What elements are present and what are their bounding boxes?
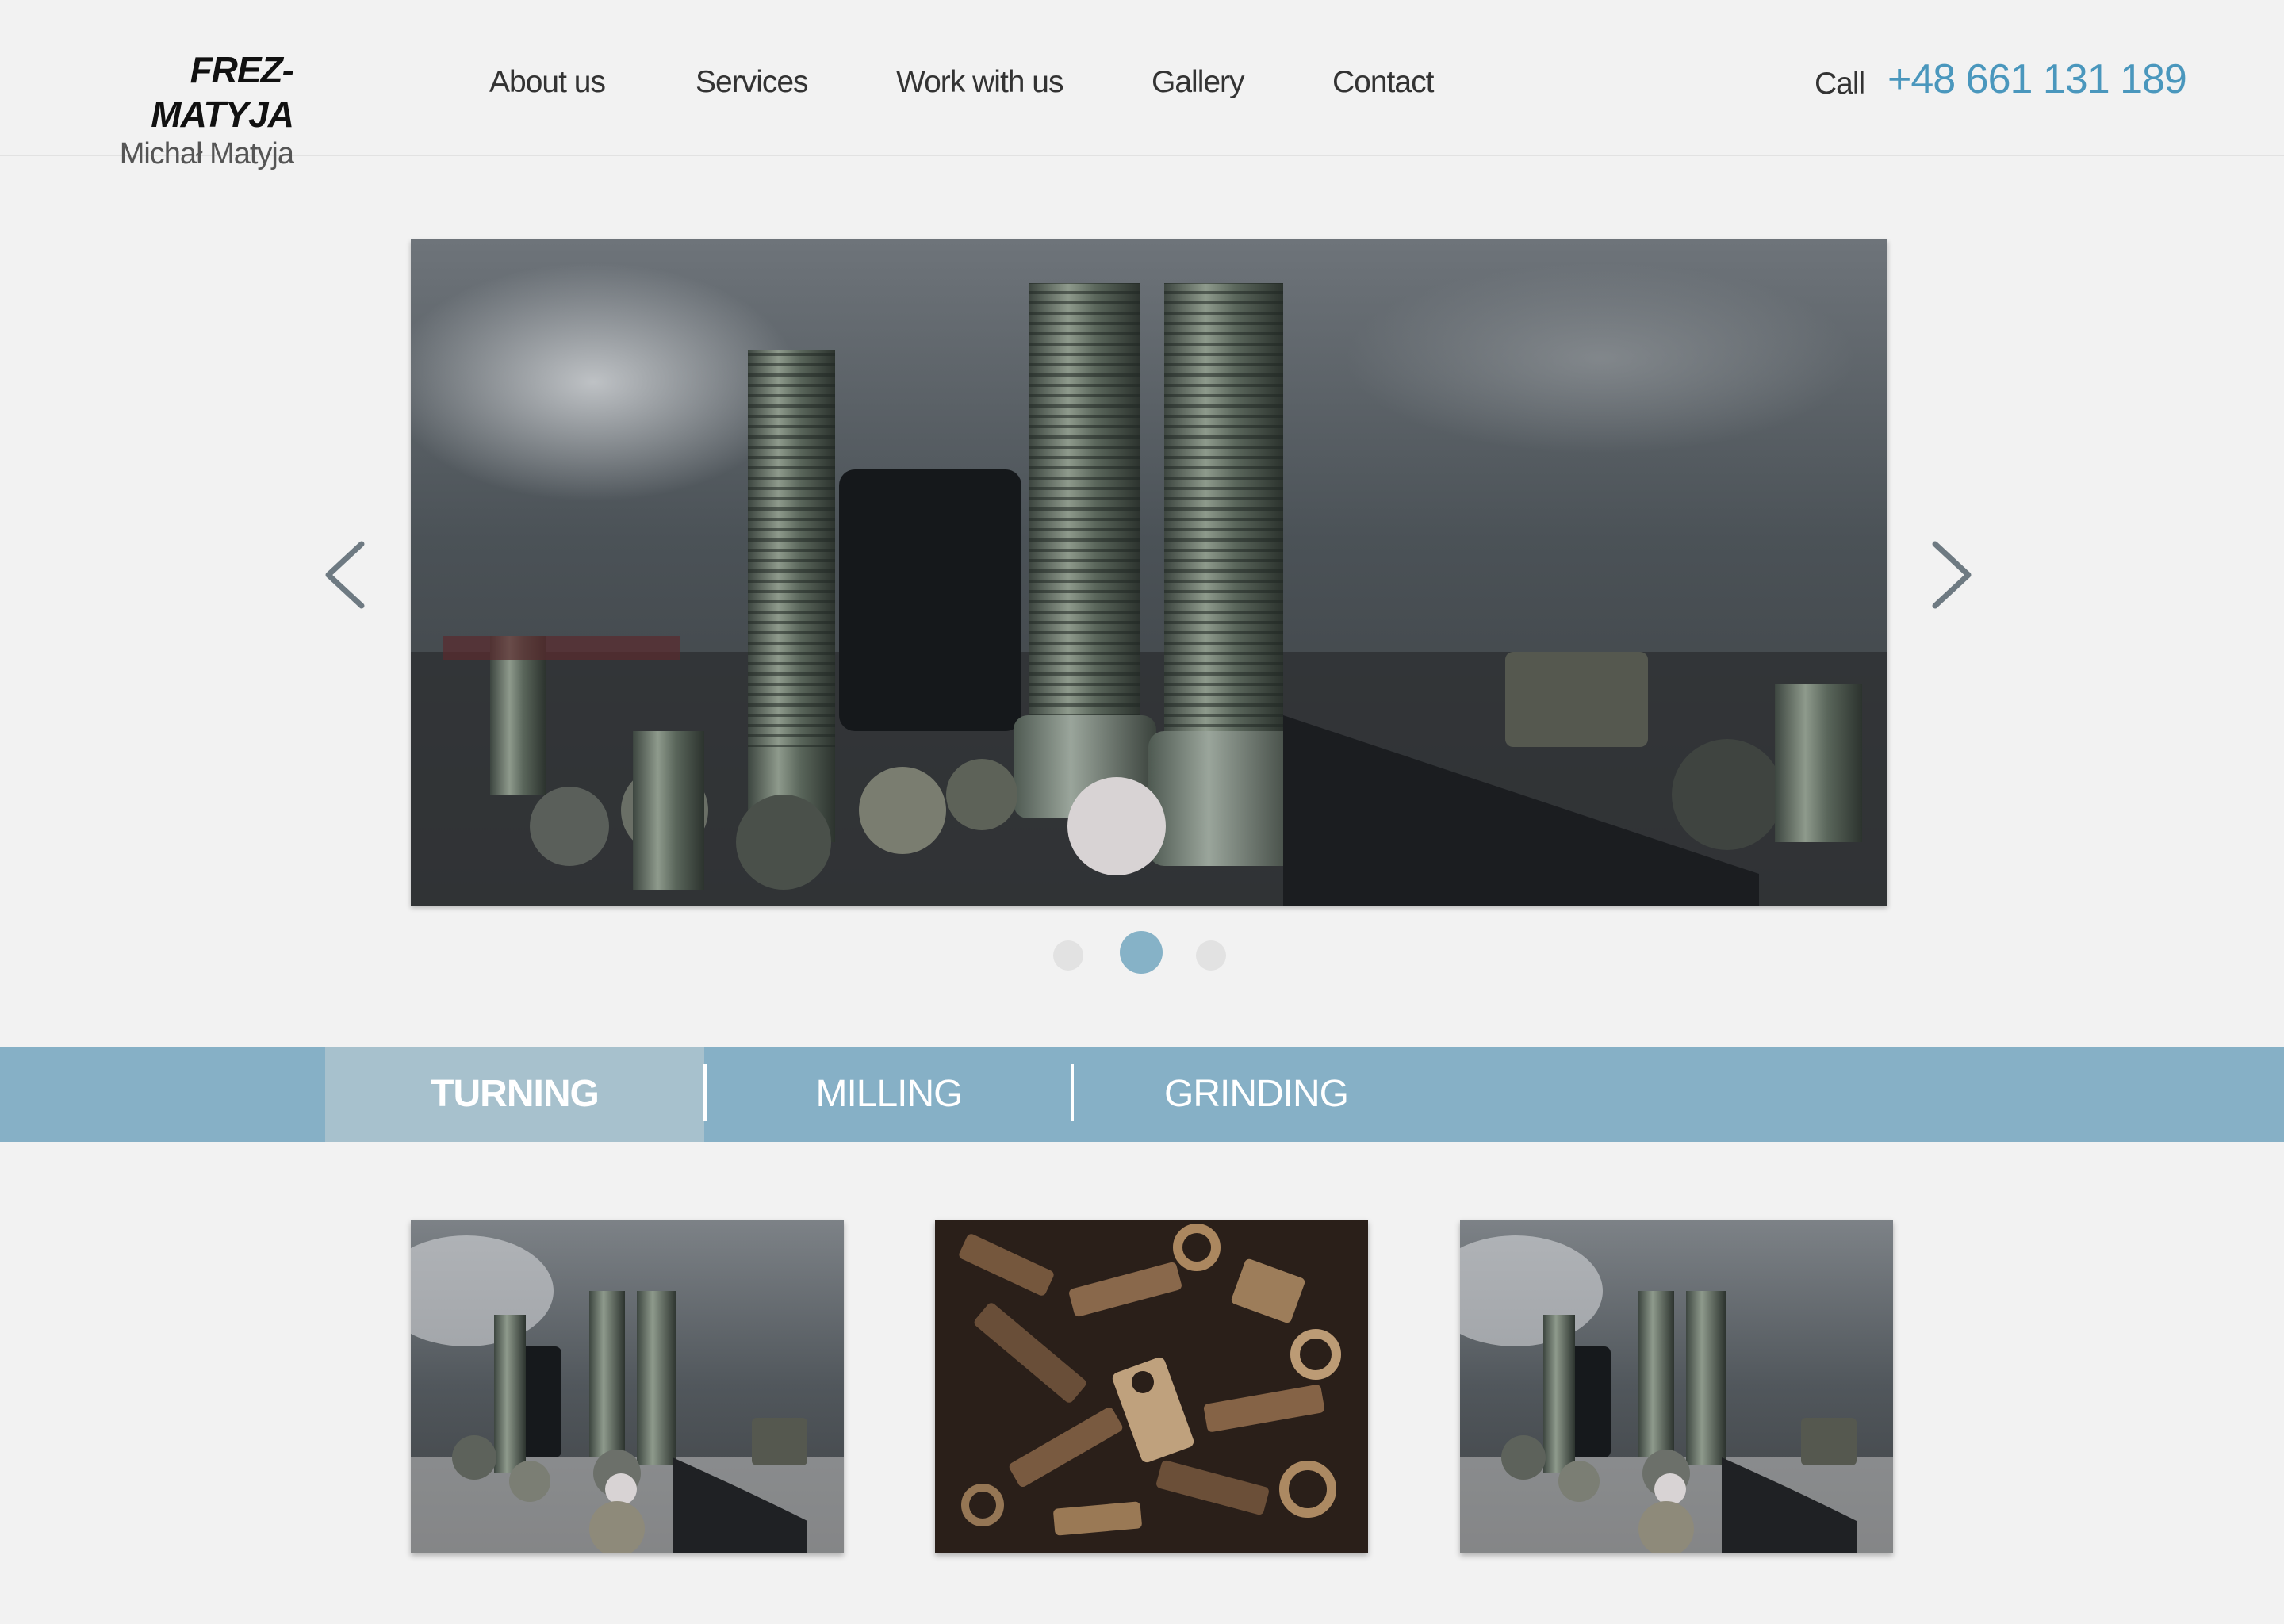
nav-item-about-us[interactable]: About us [489,65,606,100]
slider-next-button[interactable] [1921,539,1978,611]
gallery-thumbnail-1[interactable] [411,1220,844,1553]
slider-dot-2-active[interactable] [1120,931,1163,974]
nav-item-contact[interactable]: Contact [1332,65,1434,100]
site-header: FREZ-MATYJA Michał Matyja About us Servi… [0,0,2284,170]
chevron-right-icon [1932,541,1972,609]
tab-milling[interactable]: MILLING [707,1047,1071,1142]
phone-link[interactable]: +48 661 131 189 [1887,56,2187,103]
nav-item-gallery[interactable]: Gallery [1152,65,1245,100]
brand-owner: Michał Matyja [119,137,294,170]
nav-item-services[interactable]: Services [696,65,809,100]
bolts-photo [411,239,1887,906]
gallery-thumbnail-3[interactable] [1460,1220,1893,1553]
slider-prev-button[interactable] [319,539,376,611]
call-label: Call [1815,67,1865,101]
tab-turning[interactable]: TURNING [325,1047,704,1142]
services-tabs: TURNING MILLING GRINDING [0,1047,2284,1142]
slider-pagination [0,928,2284,975]
brand-name: FREZ-MATYJA [151,49,294,135]
brand-logo[interactable]: FREZ-MATYJA Michał Matyja [63,48,294,171]
slider-dot-1[interactable] [1053,940,1083,971]
nav-item-work-with-us[interactable]: Work with us [896,65,1063,100]
slider-dot-3[interactable] [1196,940,1226,971]
bolts-photo [1460,1220,1893,1553]
slider-main-image [411,239,1887,906]
hardware-pile-photo [935,1220,1368,1553]
bolts-photo [411,1220,844,1553]
tab-grinding[interactable]: GRINDING [1074,1047,1439,1142]
gallery-thumbnail-2[interactable] [935,1220,1368,1553]
chevron-left-icon [325,541,365,609]
